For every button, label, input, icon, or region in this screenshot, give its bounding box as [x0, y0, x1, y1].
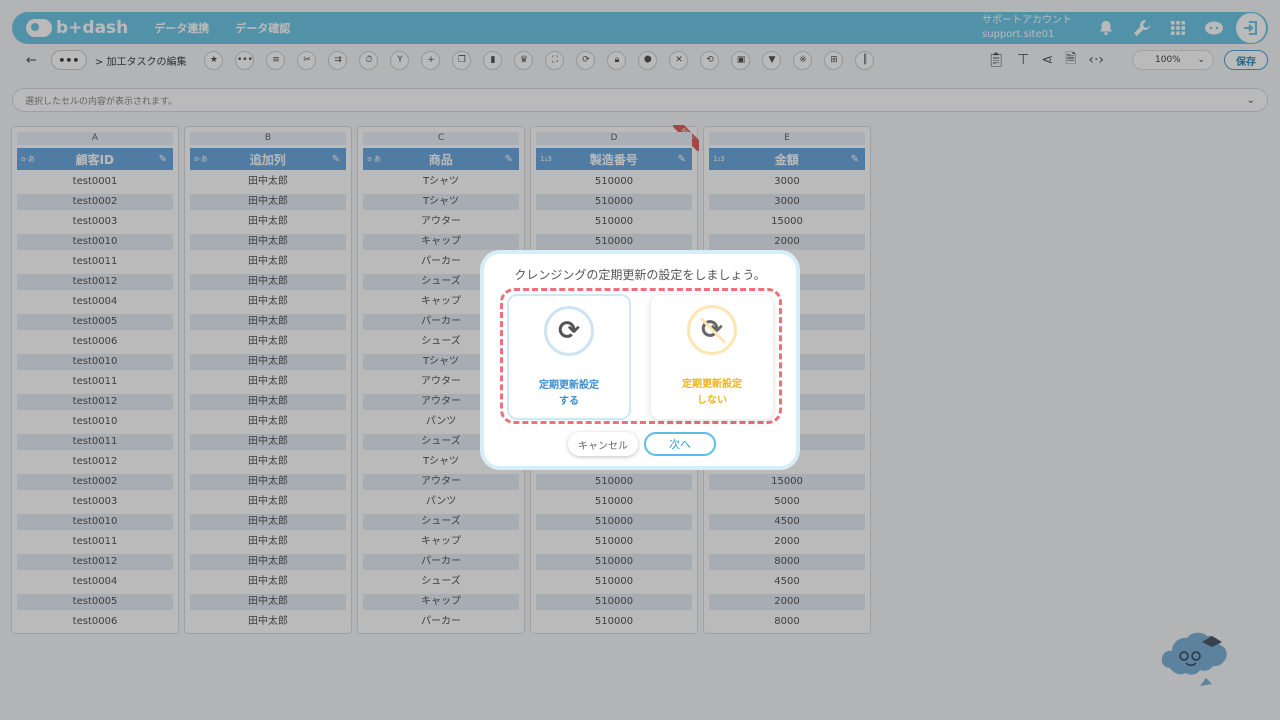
option-off-label-1: 定期更新設定	[682, 379, 742, 390]
option-schedule-on[interactable]: ⟳ 定期更新設定 する	[507, 294, 631, 420]
schedule-update-dialog: クレンジングの定期更新の設定をしましょう。 ⟳ 定期更新設定 する ⟳ 定期更新…	[480, 250, 800, 470]
no-refresh-icon: ⟳	[687, 305, 737, 355]
option-off-label-2: しない	[697, 395, 727, 406]
cancel-button[interactable]: キャンセル	[568, 432, 638, 456]
dialog-title: クレンジングの定期更新の設定をしましょう。	[514, 268, 766, 282]
refresh-icon: ⟳	[544, 306, 594, 356]
option-schedule-off[interactable]: ⟳ 定期更新設定 しない	[650, 294, 774, 420]
option-on-label-2: する	[559, 396, 579, 407]
next-button[interactable]: 次へ	[644, 432, 716, 456]
option-on-label-1: 定期更新設定	[539, 380, 599, 391]
